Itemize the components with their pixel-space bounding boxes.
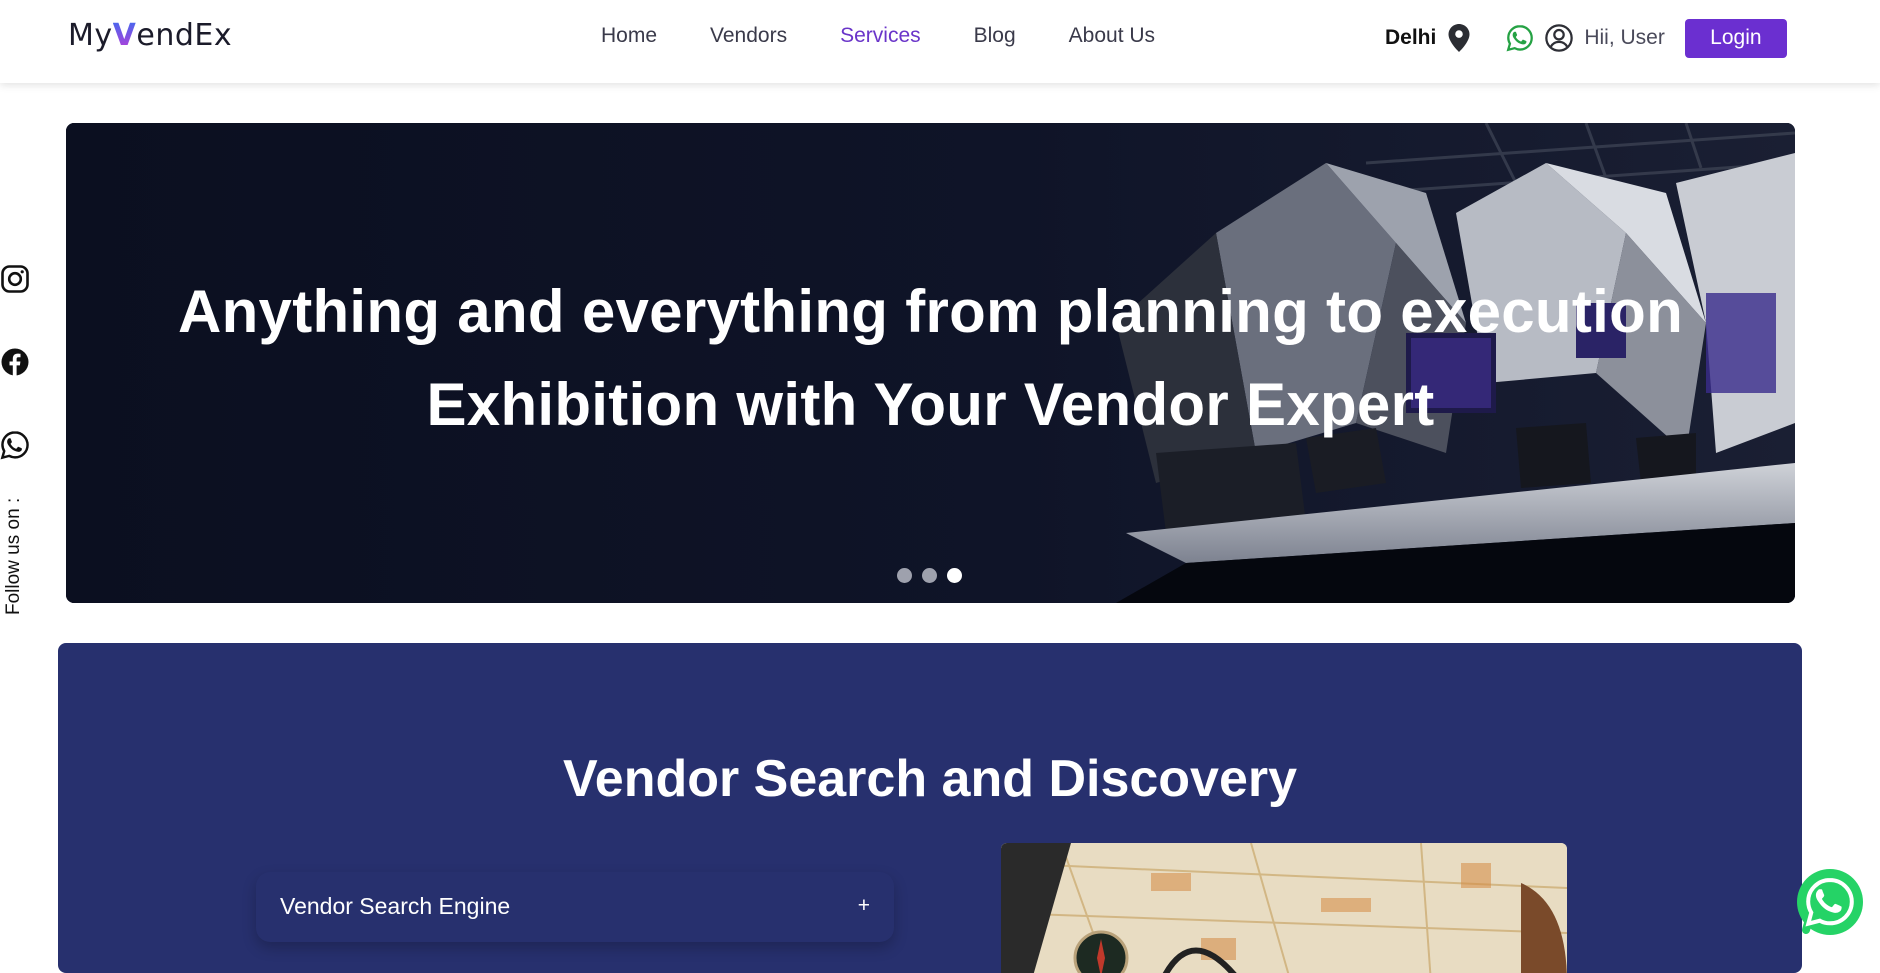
whatsapp-chat-button[interactable] [1794,866,1866,938]
whatsapp-icon[interactable] [0,430,30,460]
carousel-indicators [897,568,962,583]
hero-headline-line1: Anything and everything from planning to… [177,278,1684,345]
hero-carousel: Anything and everything from planning to… [66,123,1795,603]
carousel-dot-2[interactable] [922,568,937,583]
login-button[interactable]: Login [1684,18,1787,58]
section-title: Vendor Search and Discovery [562,750,1298,808]
accordion-vendor-search-engine[interactable]: Vendor Search Engine + [256,872,894,942]
logo-suffix: endEx [136,18,233,53]
brand-logo[interactable]: MyVendEx [68,18,232,53]
nav-services[interactable]: Services [840,24,921,48]
nav-home[interactable]: Home [601,24,657,48]
logo-v: V [112,18,137,53]
instagram-icon[interactable] [0,264,30,294]
follow-us-label: Follow us on : [3,497,24,615]
location-pin-icon[interactable] [1448,24,1470,52]
accordion-label: Vendor Search Engine [280,893,511,919]
nav-blog[interactable]: Blog [974,24,1016,48]
whatsapp-icon[interactable] [1506,24,1534,52]
user-greeting[interactable]: Hii, User [1584,26,1665,50]
nav-about-us[interactable]: About Us [1069,24,1155,48]
hero-background-image [66,123,1795,603]
city-label[interactable]: Delhi [1385,26,1436,50]
user-account-icon[interactable] [1544,23,1574,53]
nav-vendors[interactable]: Vendors [710,24,787,48]
carousel-dot-1[interactable] [897,568,912,583]
map-compass-image [1001,843,1567,973]
logo-prefix: My [68,18,113,53]
site-header: MyVendEx Home Vendors Services Blog Abou… [0,0,1880,83]
facebook-icon[interactable] [0,347,30,377]
carousel-dot-3[interactable] [947,568,962,583]
vendor-discovery-section: Vendor Search and Discovery Vendor Searc… [58,643,1802,973]
expand-plus-icon[interactable]: + [858,894,870,918]
main-nav: Home Vendors Services Blog About Us [601,24,1155,48]
header-actions: Delhi Hii, User Login [1385,18,1787,58]
hero-headline-line2: Exhibition with Your Vendor Expert [426,371,1435,438]
